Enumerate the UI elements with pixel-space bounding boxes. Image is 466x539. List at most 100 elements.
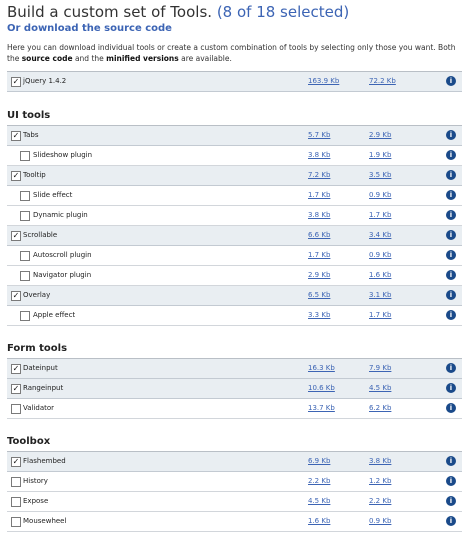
tool-name: Autoscroll plugin (33, 251, 92, 259)
tool-row[interactable]: ✓ Tabs 5.7 Kb 2.9 Kb i (7, 126, 462, 146)
size-link[interactable]: 6.5 Kb (308, 291, 330, 299)
minified-size-link[interactable]: 2.9 Kb (369, 131, 391, 139)
info-icon[interactable]: i (446, 496, 456, 506)
size-link[interactable]: 163.9 Kb (308, 77, 339, 85)
size-link[interactable]: 1.7 Kb (308, 191, 330, 199)
tool-row[interactable]: ✓ Scrollable 6.6 Kb 3.4 Kb i (7, 226, 462, 246)
minified-size-link[interactable]: 1.6 Kb (369, 271, 391, 279)
size-link[interactable]: 7.2 Kb (308, 171, 330, 179)
tool-row[interactable]: Dynamic plugin 3.8 Kb 1.7 Kb i (7, 206, 462, 226)
tool-row[interactable]: ✓ Overlay 6.5 Kb 3.1 Kb i (7, 286, 462, 306)
minified-size-link[interactable]: 7.9 Kb (369, 364, 391, 372)
info-icon[interactable]: i (446, 190, 456, 200)
tool-row[interactable]: Validator 13.7 Kb 6.2 Kb i (7, 399, 462, 419)
size-link[interactable]: 1.7 Kb (308, 251, 330, 259)
minified-size-link[interactable]: 0.9 Kb (369, 191, 391, 199)
info-icon[interactable]: i (446, 310, 456, 320)
minified-size-link[interactable]: 3.4 Kb (369, 231, 391, 239)
intro-part: and the (72, 54, 107, 63)
checkbox-icon[interactable] (20, 311, 30, 321)
info-icon[interactable]: i (446, 250, 456, 260)
checkbox-icon[interactable]: ✓ (11, 77, 21, 87)
tool-name: Rangeinput (23, 384, 64, 392)
checkbox-icon[interactable] (20, 251, 30, 261)
checkbox-icon[interactable]: ✓ (11, 364, 21, 374)
size-link[interactable]: 2.9 Kb (308, 271, 330, 279)
info-icon[interactable]: i (446, 516, 456, 526)
size-link[interactable]: 10.6 Kb (308, 384, 335, 392)
minified-size-link[interactable]: 6.2 Kb (369, 404, 391, 412)
checkbox-icon[interactable] (11, 497, 21, 507)
info-icon[interactable]: i (446, 210, 456, 220)
minified-size-link[interactable]: 1.9 Kb (369, 151, 391, 159)
checkbox-icon[interactable] (20, 151, 30, 161)
selected-count: (8 of 18 selected) (216, 3, 350, 21)
checkbox-icon[interactable]: ✓ (11, 457, 21, 467)
size-link[interactable]: 3.8 Kb (308, 151, 330, 159)
size-link[interactable]: 4.5 Kb (308, 497, 330, 505)
info-icon[interactable]: i (446, 230, 456, 240)
info-icon[interactable]: i (446, 290, 456, 300)
minified-size-link[interactable]: 3.1 Kb (369, 291, 391, 299)
checkbox-icon[interactable]: ✓ (11, 171, 21, 181)
size-link[interactable]: 13.7 Kb (308, 404, 335, 412)
checkbox-icon[interactable] (20, 271, 30, 281)
size-link[interactable]: 5.7 Kb (308, 131, 330, 139)
tool-row[interactable]: Apple effect 3.3 Kb 1.7 Kb i (7, 306, 462, 326)
tool-row-jquery[interactable]: ✓ jQuery 1.4.2 163.9 Kb 72.2 Kb i (7, 72, 462, 92)
minified-size-link[interactable]: 4.5 Kb (369, 384, 391, 392)
tool-row[interactable]: ✓ Rangeinput 10.6 Kb 4.5 Kb i (7, 379, 462, 399)
checkbox-icon[interactable]: ✓ (11, 131, 21, 141)
info-icon[interactable]: i (446, 476, 456, 486)
size-link[interactable]: 6.9 Kb (308, 457, 330, 465)
tool-row[interactable]: Mousewheel 1.6 Kb 0.9 Kb i (7, 512, 462, 532)
tool-table: ✓ Flashembed 6.9 Kb 3.8 Kb i History 2.2 Kb 1.2… (7, 451, 462, 532)
size-link[interactable]: 16.3 Kb (308, 364, 335, 372)
tool-row[interactable]: Autoscroll plugin 1.7 Kb 0.9 Kb i (7, 246, 462, 266)
checkbox-icon[interactable] (11, 517, 21, 527)
checkbox-icon[interactable] (20, 191, 30, 201)
checkbox-icon[interactable] (11, 404, 21, 414)
checkbox-icon[interactable]: ✓ (11, 384, 21, 394)
tool-row[interactable]: ✓ Tooltip 7.2 Kb 3.5 Kb i (7, 166, 462, 186)
size-link[interactable]: 3.3 Kb (308, 311, 330, 319)
minified-size-link[interactable]: 3.8 Kb (369, 457, 391, 465)
tool-row[interactable]: ✓ Flashembed 6.9 Kb 3.8 Kb i (7, 452, 462, 472)
tool-row[interactable]: Expose 4.5 Kb 2.2 Kb i (7, 492, 462, 512)
checkbox-icon[interactable]: ✓ (11, 231, 21, 241)
size-link[interactable]: 1.6 Kb (308, 517, 330, 525)
info-icon[interactable]: i (446, 170, 456, 180)
tool-row[interactable]: Slideshow plugin 3.8 Kb 1.9 Kb i (7, 146, 462, 166)
minified-size-link[interactable]: 1.2 Kb (369, 477, 391, 485)
size-link[interactable]: 6.6 Kb (308, 231, 330, 239)
info-icon[interactable]: i (446, 76, 456, 86)
minified-size-link[interactable]: 1.7 Kb (369, 211, 391, 219)
tool-name: History (23, 477, 48, 485)
checkbox-icon[interactable] (11, 477, 21, 487)
info-icon[interactable]: i (446, 383, 456, 393)
minified-size-link[interactable]: 3.5 Kb (369, 171, 391, 179)
info-icon[interactable]: i (446, 403, 456, 413)
tool-name: Mousewheel (23, 517, 67, 525)
tool-row[interactable]: History 2.2 Kb 1.2 Kb i (7, 472, 462, 492)
info-icon[interactable]: i (446, 150, 456, 160)
minified-size-link[interactable]: 2.2 Kb (369, 497, 391, 505)
info-icon[interactable]: i (446, 270, 456, 280)
tool-table: ✓ Tabs 5.7 Kb 2.9 Kb i Slideshow plugin 3.8 Kb… (7, 125, 462, 326)
size-link[interactable]: 2.2 Kb (308, 477, 330, 485)
tool-row[interactable]: Slide effect 1.7 Kb 0.9 Kb i (7, 186, 462, 206)
checkbox-icon[interactable]: ✓ (11, 291, 21, 301)
size-link[interactable]: 3.8 Kb (308, 211, 330, 219)
info-icon[interactable]: i (446, 456, 456, 466)
info-icon[interactable]: i (446, 363, 456, 373)
download-source-link[interactable]: Or download the source code (7, 23, 172, 34)
minified-size-link[interactable]: 72.2 Kb (369, 77, 396, 85)
tool-name: Slideshow plugin (33, 151, 93, 159)
tool-row[interactable]: ✓ Dateinput 16.3 Kb 7.9 Kb i (7, 359, 462, 379)
tool-row[interactable]: Navigator plugin 2.9 Kb 1.6 Kb i (7, 266, 462, 286)
info-icon[interactable]: i (446, 130, 456, 140)
minified-size-link[interactable]: 0.9 Kb (369, 251, 391, 259)
minified-size-link[interactable]: 0.9 Kb (369, 517, 391, 525)
minified-size-link[interactable]: 1.7 Kb (369, 311, 391, 319)
checkbox-icon[interactable] (20, 211, 30, 221)
